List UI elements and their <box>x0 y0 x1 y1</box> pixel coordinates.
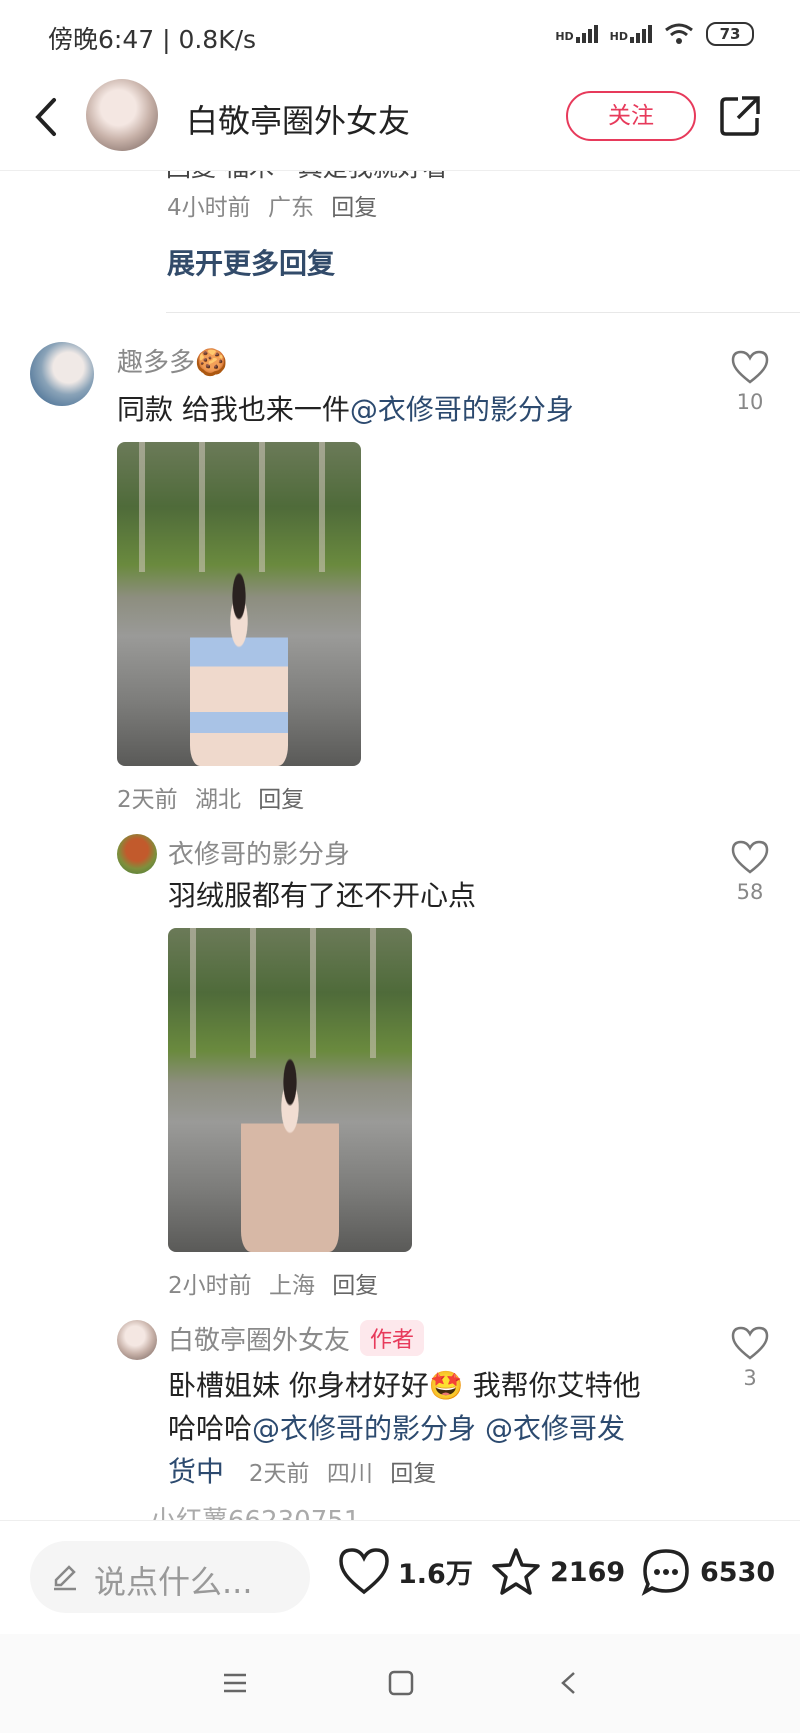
comment-location: 湖北 <box>194 787 241 813</box>
image-trees <box>168 928 412 1058</box>
reply-link[interactable]: 回复 <box>331 195 377 221</box>
reply-link[interactable]: 回复 <box>390 1461 436 1487</box>
system-nav-bar <box>0 1634 800 1733</box>
heart-icon[interactable] <box>731 350 769 384</box>
comment-time: 2小时前 <box>168 1273 252 1299</box>
comment-meta: 2天前 四川 回复 <box>249 1461 446 1487</box>
reply-link[interactable]: 回复 <box>332 1273 378 1299</box>
battery-indicator: 73 <box>706 22 754 46</box>
mention-link[interactable]: @衣修哥的影分身 <box>350 393 574 426</box>
comment-line: 哈哈哈@衣修哥的影分身 @衣修哥发 <box>168 1407 698 1450</box>
mention-link[interactable]: 货中 <box>168 1455 224 1488</box>
comment-line: 货中 2天前 四川 回复 <box>168 1450 698 1496</box>
like-button[interactable]: 10 <box>720 350 780 414</box>
collect-count: 2169 <box>550 1556 626 1588</box>
comment-time: 2天前 <box>248 1461 310 1487</box>
heart-icon <box>339 1548 389 1595</box>
comment-meta: 2天前 湖北 回复 <box>117 780 314 814</box>
divider <box>166 312 800 313</box>
author-badge: 作者 <box>360 1320 425 1356</box>
comment-image[interactable] <box>117 442 361 766</box>
comment-line: 卧槽姐妹 你身材好好🤩 我帮你艾特他 <box>168 1369 641 1402</box>
mention-link[interactable]: @衣修哥发 <box>485 1412 625 1445</box>
expand-replies-link[interactable]: 展开更多回复 <box>167 242 335 282</box>
heart-icon[interactable] <box>731 1326 769 1360</box>
follow-button[interactable]: 关注 <box>566 91 696 141</box>
status-time-speed: 傍晚6:47 | 0.8K/s <box>48 25 257 54</box>
comment-placeholder: 说点什么... <box>94 1563 253 1601</box>
home-icon[interactable] <box>388 1670 414 1696</box>
comment-input[interactable]: 说点什么... <box>30 1541 310 1613</box>
comment-meta: 4小时前 广东 回复 <box>167 188 387 222</box>
back-nav-icon[interactable] <box>556 1670 582 1696</box>
comment-location: 广东 <box>267 195 314 221</box>
comment-button[interactable]: 6530 <box>640 1547 775 1597</box>
wifi-icon <box>665 23 693 44</box>
author-username[interactable]: 白敬亭圈外女友 <box>168 1326 350 1356</box>
comment-text: 同款 给我也来一件@衣修哥的影分身 <box>117 388 574 431</box>
commenter-name[interactable]: 衣修哥的影分身 <box>168 834 350 871</box>
commenter-avatar[interactable] <box>117 1320 157 1360</box>
comment-image[interactable] <box>168 928 412 1252</box>
peek-username: 小红薯66230751 <box>150 1500 360 1520</box>
like-count: 58 <box>736 880 764 904</box>
commenter-avatar[interactable] <box>30 342 94 406</box>
commenter-name: 白敬亭圈外女友 作者 <box>168 1320 425 1357</box>
comment-count: 6530 <box>700 1556 776 1588</box>
signal-icon-2: HD <box>610 25 652 43</box>
note-header: 白敬亭圈外女友 关注 <box>0 70 800 171</box>
comment-body: 哈哈哈 <box>168 1412 253 1445</box>
signal-icon: HD <box>555 25 598 43</box>
image-person <box>241 1044 339 1252</box>
status-bar: 傍晚6:47 | 0.8K/s HD HD 73 <box>0 0 800 70</box>
signal-label: HD <box>555 30 574 43</box>
comment-list[interactable]: 回复 福木 · 真是我就好看 4小时前 广东 回复 展开更多回复 趣多多🍪 同款… <box>0 170 800 1520</box>
comment-text: 卧槽姐妹 你身材好好🤩 我帮你艾特他 哈哈哈@衣修哥的影分身 @衣修哥发 货中 … <box>168 1364 698 1496</box>
status-icons: HD HD 73 <box>555 22 754 46</box>
menu-icon[interactable] <box>222 1670 248 1696</box>
partial-comment-text: 回复 福木 · 真是我就好看 <box>166 170 448 184</box>
like-button[interactable]: 3 <box>720 1326 780 1390</box>
comment-time: 2天前 <box>117 787 178 813</box>
author-name[interactable]: 白敬亭圈外女友 <box>186 96 410 142</box>
image-person <box>190 558 288 766</box>
like-count: 10 <box>736 390 764 414</box>
comment-body: 同款 给我也来一件 <box>117 393 350 426</box>
back-icon[interactable] <box>26 92 66 142</box>
like-post-button[interactable]: 1.6万 <box>338 1547 473 1595</box>
bottom-action-bar: 说点什么... 1.6万 2169 6530 <box>0 1520 800 1635</box>
pen-icon <box>54 1565 76 1591</box>
share-icon[interactable] <box>718 94 762 138</box>
comment-location: 上海 <box>268 1273 315 1299</box>
commenter-avatar[interactable] <box>117 834 157 874</box>
signal-label-2: HD <box>609 30 628 43</box>
like-count: 1.6万 <box>398 1558 473 1590</box>
comment-time: 4小时前 <box>167 195 251 221</box>
like-count: 3 <box>743 1366 757 1390</box>
like-button[interactable]: 58 <box>720 840 780 904</box>
mention-link[interactable]: @衣修哥的影分身 <box>252 1412 476 1445</box>
comment-meta: 2小时前 上海 回复 <box>168 1266 388 1300</box>
comment-icon <box>641 1549 689 1596</box>
reply-link[interactable]: 回复 <box>258 787 304 813</box>
collect-button[interactable]: 2169 <box>490 1547 625 1597</box>
comment-text: 羽绒服都有了还不开心点 <box>168 879 477 912</box>
image-trees <box>117 442 361 572</box>
star-icon <box>492 1548 540 1595</box>
author-avatar[interactable] <box>86 79 158 151</box>
comment-location: 四川 <box>326 1461 373 1487</box>
commenter-name[interactable]: 趣多多🍪 <box>117 342 227 379</box>
heart-icon[interactable] <box>731 840 769 874</box>
